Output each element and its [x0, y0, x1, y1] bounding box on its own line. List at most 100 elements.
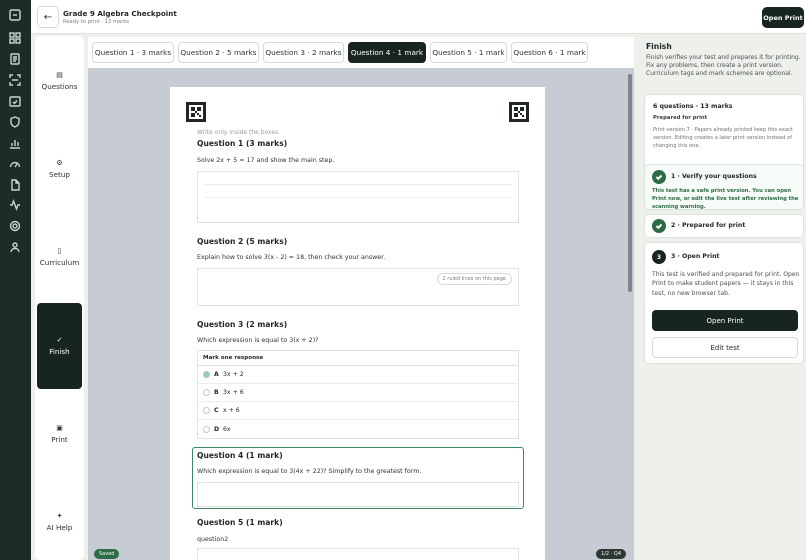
question-5-prompt: question2 — [197, 536, 229, 543]
question-2-prompt: Explain how to solve 3(x - 2) = 18, then… — [197, 254, 386, 261]
question-5-answer-box — [197, 548, 519, 560]
option-c[interactable]: C x + 6 — [198, 402, 518, 420]
tab-question-5[interactable]: Question 5 · 1 mark — [430, 42, 507, 63]
document-icon[interactable] — [9, 53, 21, 65]
step-finish[interactable]: ✓ Finish — [37, 303, 82, 389]
radio[interactable] — [203, 389, 210, 396]
step-open-print-title: 3 · Open Print — [671, 253, 720, 260]
ruled-line — [204, 184, 512, 185]
tab-question-6[interactable]: Question 6 · 1 mark — [511, 42, 588, 63]
step-label: Print — [51, 434, 68, 444]
sparkle-icon: ✦ — [56, 511, 63, 520]
document-status: Ready to print · 13 marks — [63, 19, 130, 25]
ruled-lines-chip: 2 ruled lines on this page — [436, 273, 512, 285]
chart-icon[interactable] — [9, 137, 21, 149]
option-b[interactable]: B 3x + 6 — [198, 384, 518, 402]
radio-selected[interactable] — [203, 371, 210, 378]
step-questions[interactable]: ▤ Questions — [37, 38, 82, 124]
question-3-options: Mark one response A 3x + 2 B 3x + 6 C x … — [197, 350, 519, 439]
step-curriculum[interactable]: ▯ Curriculum — [37, 214, 82, 300]
settings-icon[interactable] — [9, 220, 21, 232]
option-a[interactable]: A 3x + 2 — [198, 366, 518, 384]
summary-note: Print version 7 · Papers already printed… — [653, 127, 793, 149]
step-label: AI Help — [46, 522, 73, 532]
dashboard-icon[interactable] — [9, 9, 21, 21]
document-title: Grade 9 Algebra Checkpoint — [63, 9, 177, 18]
preview-scrollbar[interactable] — [628, 74, 632, 292]
step-open-print-body: This test is verified and prepared for p… — [652, 271, 800, 297]
option-letter: A — [214, 371, 219, 378]
panel-description: Finish verifies your test and prepares i… — [646, 54, 801, 78]
users-icon[interactable] — [9, 241, 21, 253]
question-2-heading: Question 2 (5 marks) — [197, 237, 288, 246]
saved-badge: Saved — [94, 549, 120, 559]
step-open-print-card: 3 3 · Open Print This test is verified a… — [644, 242, 804, 364]
step-number-badge: 3 — [652, 250, 666, 264]
question-tabs: Question 1 · 3 marks Question 2 · 5 mark… — [88, 37, 634, 68]
qr-code-icon — [186, 102, 206, 122]
top-header: ← Grade 9 Algebra Checkpoint Ready to pr… — [31, 0, 806, 34]
activity-icon[interactable] — [9, 199, 21, 211]
arrow-left-icon: ← — [43, 11, 53, 23]
mcq-header: Mark one response — [198, 351, 518, 366]
option-text: 3x + 2 — [223, 371, 244, 378]
question-4-answer-box — [197, 482, 519, 507]
paper-sheet: Write only inside the boxes. Question 1 … — [170, 87, 545, 560]
printer-icon: ▣ — [56, 423, 63, 432]
option-letter: C — [214, 407, 219, 414]
step-verify-card: 1 · Verify your questions This test has … — [644, 164, 804, 210]
check-circle-icon — [652, 219, 666, 233]
grid-icon[interactable] — [9, 32, 21, 44]
question-2-answer-box: 2 ruled lines on this page — [197, 268, 519, 306]
option-d[interactable]: D 6x — [198, 420, 518, 438]
file-icon[interactable] — [9, 179, 21, 191]
step-prepared-title: 2 · Prepared for print — [671, 222, 746, 229]
question-1-heading: Question 1 (3 marks) — [197, 139, 288, 148]
print-preview: Write only inside the boxes. Question 1 … — [88, 68, 634, 560]
panel-title: Finish — [646, 42, 672, 51]
tab-question-4[interactable]: Question 4 · 1 mark — [348, 42, 426, 63]
option-letter: D — [214, 425, 220, 433]
question-3-prompt: Which expression is equal to 3(x + 2)? — [197, 337, 319, 344]
tab-question-2[interactable]: Question 2 · 5 marks — [178, 42, 259, 63]
calendar-check-icon[interactable] — [9, 95, 21, 107]
scan-icon[interactable] — [9, 74, 21, 86]
step-label: Questions — [41, 81, 78, 91]
gauge-icon[interactable] — [9, 158, 21, 170]
check-circle-icon — [652, 170, 666, 184]
radio[interactable] — [203, 425, 210, 433]
step-verify-title: 1 · Verify your questions — [671, 173, 757, 180]
step-label: Curriculum — [39, 257, 80, 267]
step-label: Setup — [49, 169, 70, 179]
page-indicator-badge: 1/2 · Q4 — [596, 549, 626, 559]
option-text: 6x — [223, 425, 231, 433]
step-setup[interactable]: ⚙ Setup — [37, 126, 82, 212]
shield-icon[interactable] — [9, 116, 21, 128]
option-text: 3x + 6 — [223, 389, 244, 396]
open-print-button[interactable]: Open Print — [652, 310, 798, 331]
radio[interactable] — [203, 407, 210, 414]
step-print[interactable]: ▣ Print — [37, 391, 82, 477]
icon-rail — [0, 0, 31, 560]
step-ai-help[interactable]: ✦ AI Help — [37, 479, 82, 560]
check-icon: ✓ — [56, 335, 63, 344]
question-4-prompt: Which expression is equal to 3(4x + 22)?… — [197, 468, 422, 475]
step-verify-note: This test has a safe print version. You … — [652, 188, 799, 210]
option-text: x + 6 — [223, 407, 240, 414]
question-1-prompt: Solve 2x + 5 = 17 and show the main step… — [197, 157, 335, 164]
tab-question-3[interactable]: Question 3 · 2 marks — [263, 42, 344, 63]
back-button[interactable]: ← — [37, 6, 59, 28]
open-print-header-button[interactable]: Open Print — [762, 7, 804, 28]
step-prepared-card: 2 · Prepared for print — [644, 214, 804, 238]
summary-status: Prepared for print — [653, 115, 708, 121]
summary-title: 6 questions · 13 marks — [653, 103, 733, 110]
edit-test-button[interactable]: Edit test — [652, 337, 798, 358]
question-1-answer-box — [197, 171, 519, 223]
step-navigation: ▤ Questions ⚙ Setup ▯ Curriculum ✓ Finis… — [35, 36, 84, 560]
gear-icon: ⚙ — [56, 158, 63, 167]
step-label: Finish — [49, 346, 70, 356]
ruled-line — [204, 197, 512, 198]
book-icon: ▯ — [57, 246, 62, 255]
tab-question-1[interactable]: Question 1 · 3 marks — [92, 42, 174, 63]
question-4-heading: Question 4 (1 mark) — [197, 451, 283, 460]
